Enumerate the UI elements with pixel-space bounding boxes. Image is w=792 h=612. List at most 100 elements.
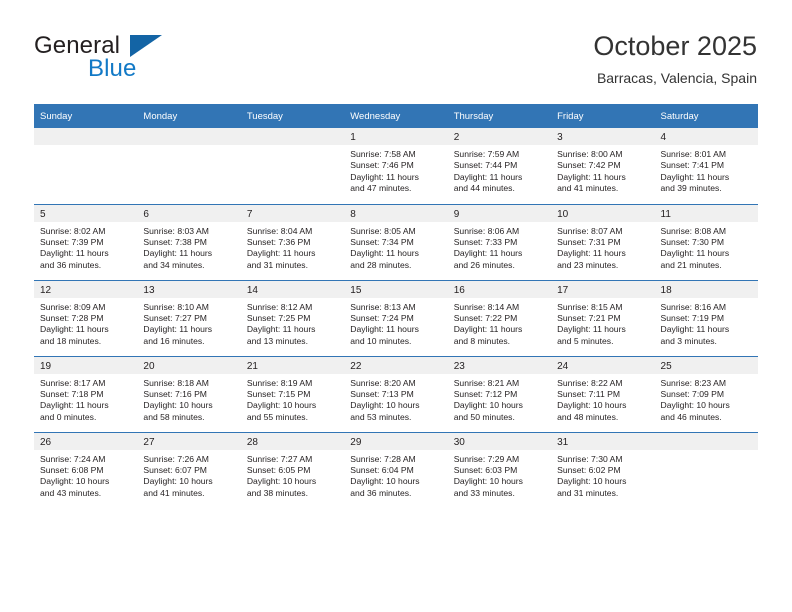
- calendar-day-cell-empty: [34, 128, 138, 204]
- day-sun-info-line: Sunset: 7:39 PM: [40, 236, 104, 247]
- brand-logo[interactable]: General Blue: [34, 33, 264, 89]
- day-number: 17: [551, 280, 655, 298]
- day-cell-content: 28 Sunrise: 7:27 AM Sunset: 6:05 PM Dayligh…: [240, 432, 345, 509]
- calendar-day-cell[interactable]: 24 Sunrise: 8:22 AM Sunset: 7:11 PM Dayligh…: [551, 355, 655, 432]
- calendar-day-cell[interactable]: 3 Sunrise: 8:00 AM Sunset: 7:42 PM Daylight…: [551, 128, 655, 204]
- day-sun-info: Sunrise: 8:02 AM Sunset: 7:39 PM Daylight:…: [34, 222, 137, 272]
- calendar-day-cell[interactable]: 5 Sunrise: 8:02 AM Sunset: 7:39 PM Daylight…: [34, 203, 138, 280]
- calendar-day-cell[interactable]: 25 Sunrise: 8:23 AM Sunset: 7:09 PM Dayligh…: [654, 355, 758, 432]
- calendar-day-cell[interactable]: 17 Sunrise: 8:15 AM Sunset: 7:21 PM Dayligh…: [551, 279, 655, 356]
- calendar-day-cell[interactable]: 21 Sunrise: 8:19 AM Sunset: 7:15 PM Dayligh…: [240, 355, 345, 432]
- day-sun-info-line: Sunset: 7:46 PM: [350, 160, 414, 171]
- calendar-day-cell[interactable]: 19 Sunrise: 8:17 AM Sunset: 7:18 PM Dayligh…: [34, 355, 138, 432]
- day-sun-info-line: Sunset: 6:08 PM: [40, 464, 104, 475]
- day-number: 29: [344, 432, 448, 450]
- day-cell-content: 8 Sunrise: 8:05 AM Sunset: 7:34 PM Daylight…: [344, 204, 448, 280]
- calendar-day-cell[interactable]: 28 Sunrise: 7:27 AM Sunset: 6:05 PM Dayligh…: [240, 431, 345, 509]
- day-number: 19: [34, 356, 138, 374]
- day-sun-info-line: Daylight: 11 hours: [350, 171, 419, 182]
- day-sun-info: Sunrise: 8:00 AM Sunset: 7:42 PM Daylight:…: [551, 145, 654, 195]
- day-number: 1: [344, 128, 448, 145]
- day-sun-info-line: Daylight: 10 hours: [40, 476, 110, 487]
- day-sun-info: Sunrise: 7:27 AM Sunset: 6:05 PM Daylight:…: [241, 450, 344, 500]
- day-sun-info: Sunrise: 8:19 AM Sunset: 7:15 PM Daylight:…: [241, 374, 344, 424]
- day-sun-info-line: Sunrise: 7:26 AM: [143, 453, 209, 464]
- calendar-day-cell[interactable]: 6 Sunrise: 8:03 AM Sunset: 7:38 PM Daylight…: [137, 203, 241, 280]
- calendar-day-cell[interactable]: 10 Sunrise: 8:07 AM Sunset: 7:31 PM Dayligh…: [551, 203, 655, 280]
- calendar-day-cell[interactable]: 23 Sunrise: 8:21 AM Sunset: 7:12 PM Dayligh…: [447, 355, 552, 432]
- calendar-day-cell[interactable]: 29 Sunrise: 7:28 AM Sunset: 6:04 PM Dayligh…: [344, 431, 448, 509]
- calendar-day-cell[interactable]: 18 Sunrise: 8:16 AM Sunset: 7:19 PM Dayligh…: [654, 279, 758, 356]
- day-cell-content: 29 Sunrise: 7:28 AM Sunset: 6:04 PM Dayligh…: [344, 432, 448, 509]
- day-sun-info-line: Daylight: 10 hours: [350, 400, 420, 411]
- calendar-day-cell[interactable]: 30 Sunrise: 7:29 AM Sunset: 6:03 PM Dayligh…: [447, 431, 552, 508]
- day-sun-info-line: Daylight: 11 hours: [660, 171, 730, 182]
- day-sun-info-line: and 0 minutes.: [40, 411, 97, 422]
- day-cell-content: 19 Sunrise: 8:17 AM Sunset: 7:18 PM Dayligh…: [34, 356, 138, 432]
- calendar-day-cell[interactable]: 9 Sunrise: 8:06 AM Sunset: 7:33 PM Daylight…: [447, 203, 552, 280]
- calendar-day-cell-empty: [137, 128, 241, 204]
- day-cell-content: [240, 128, 345, 204]
- day-number: [34, 128, 138, 145]
- day-number: 3: [551, 128, 655, 145]
- day-sun-info-line: Sunrise: 8:13 AM: [350, 301, 416, 312]
- calendar-day-cell[interactable]: 1 Sunrise: 7:58 AM Sunset: 7:46 PM Daylight…: [344, 128, 448, 204]
- day-sun-info: Sunrise: 7:30 AM Sunset: 6:02 PM Daylight:…: [551, 450, 654, 500]
- day-sun-info-line: Sunrise: 7:59 AM: [453, 149, 520, 159]
- day-sun-info-line: and 31 minutes.: [246, 259, 308, 270]
- calendar-header-row: Sunday Monday Tuesday Wednesday Thursday Frid…: [34, 104, 758, 128]
- day-sun-info-line: Daylight: 11 hours: [557, 171, 626, 182]
- day-number: 30: [447, 432, 552, 450]
- day-sun-info-line: Daylight: 11 hours: [40, 400, 109, 411]
- calendar-day-cell[interactable]: 7 Sunrise: 8:04 AM Sunset: 7:36 PM Daylight…: [240, 203, 345, 280]
- day-sun-info-line: Sunrise: 7:27 AM: [246, 453, 313, 464]
- calendar-day-cell[interactable]: 4 Sunrise: 8:01 AM Sunset: 7:41 PM Daylight…: [654, 128, 758, 204]
- calendar-day-cell[interactable]: 11 Sunrise: 8:08 AM Sunset: 7:30 PM Dayligh…: [654, 203, 758, 280]
- calendar-day-cell[interactable]: 26 Sunrise: 7:24 AM Sunset: 6:08 PM Dayligh…: [34, 431, 138, 508]
- day-number: 31: [551, 432, 655, 450]
- day-sun-info-line: and 38 minutes.: [246, 487, 308, 498]
- day-number: 22: [344, 356, 448, 374]
- calendar-day-cell[interactable]: 2 Sunrise: 7:59 AM Sunset: 7:44 PM Daylight…: [447, 128, 552, 204]
- calendar-day-cell[interactable]: 12 Sunrise: 8:09 AM Sunset: 7:28 PM Dayligh…: [34, 279, 138, 356]
- day-sun-info: Sunrise: 8:14 AM Sunset: 7:22 PM Daylight:…: [448, 298, 551, 348]
- calendar-day-cell[interactable]: 13 Sunrise: 8:10 AM Sunset: 7:27 PM Dayligh…: [137, 279, 241, 356]
- day-cell-content: [34, 128, 138, 204]
- calendar-day-cell[interactable]: 22 Sunrise: 8:20 AM Sunset: 7:13 PM Dayligh…: [344, 355, 448, 432]
- day-sun-info: Sunrise: 8:04 AM Sunset: 7:36 PM Daylight:…: [241, 222, 344, 272]
- day-sun-info: Sunrise: 8:18 AM Sunset: 7:16 PM Daylight:…: [137, 374, 240, 424]
- calendar-day-cell[interactable]: 31 Sunrise: 7:30 AM Sunset: 6:02 PM Dayligh…: [551, 431, 655, 508]
- day-sun-info: Sunrise: 8:05 AM Sunset: 7:34 PM Daylight:…: [344, 222, 447, 272]
- day-sun-info-line: Sunrise: 8:09 AM: [40, 301, 106, 312]
- day-sun-info-line: Sunrise: 8:06 AM: [453, 225, 520, 236]
- day-sun-info-line: and 28 minutes.: [350, 259, 412, 270]
- weekday-header-sunday: Sunday: [34, 104, 138, 128]
- calendar-day-cell[interactable]: 8 Sunrise: 8:05 AM Sunset: 7:34 PM Daylight…: [344, 203, 448, 280]
- day-cell-content: 15 Sunrise: 8:13 AM Sunset: 7:24 PM Dayligh…: [344, 280, 448, 356]
- calendar-day-cell[interactable]: 20 Sunrise: 8:18 AM Sunset: 7:16 PM Dayligh…: [137, 355, 241, 432]
- day-number: 18: [654, 280, 758, 298]
- day-number: 12: [34, 280, 138, 298]
- day-sun-info-line: and 43 minutes.: [40, 487, 102, 498]
- calendar-day-cell[interactable]: 16 Sunrise: 8:14 AM Sunset: 7:22 PM Dayligh…: [447, 279, 552, 356]
- day-sun-info-line: Sunset: 7:25 PM: [246, 312, 311, 323]
- day-sun-info-line: Sunset: 6:07 PM: [143, 464, 207, 475]
- calendar-day-cell[interactable]: 14 Sunrise: 8:12 AM Sunset: 7:25 PM Dayligh…: [240, 279, 345, 356]
- day-sun-info-line: Sunrise: 8:00 AM: [557, 149, 623, 159]
- day-sun-info-line: and 48 minutes.: [557, 411, 619, 422]
- day-sun-info: Sunrise: 8:10 AM Sunset: 7:27 PM Daylight:…: [137, 298, 240, 348]
- day-number: 26: [34, 432, 138, 450]
- title-block: October 2025 Barracas, Valencia, Spain: [593, 30, 757, 87]
- calendar-day-cell[interactable]: 15 Sunrise: 8:13 AM Sunset: 7:24 PM Dayligh…: [344, 279, 448, 356]
- day-number: 8: [344, 204, 448, 222]
- day-sun-info-line: Sunset: 7:19 PM: [660, 312, 725, 323]
- calendar-day-cell[interactable]: 27 Sunrise: 7:26 AM Sunset: 6:07 PM Dayligh…: [137, 431, 241, 508]
- calendar-week-row: 26 Sunrise: 7:24 AM Sunset: 6:08 PM Dayligh…: [34, 431, 758, 509]
- day-sun-info-line: Sunset: 7:33 PM: [453, 236, 518, 247]
- day-sun-info-line: and 26 minutes.: [453, 259, 515, 270]
- day-number: 6: [137, 204, 241, 222]
- day-cell-content: 25 Sunrise: 8:23 AM Sunset: 7:09 PM Dayligh…: [654, 356, 758, 432]
- day-cell-content: 13 Sunrise: 8:10 AM Sunset: 7:27 PM Dayligh…: [137, 280, 241, 356]
- day-cell-content: 17 Sunrise: 8:15 AM Sunset: 7:21 PM Dayligh…: [551, 280, 655, 356]
- day-sun-info-line: Sunset: 7:31 PM: [557, 236, 621, 247]
